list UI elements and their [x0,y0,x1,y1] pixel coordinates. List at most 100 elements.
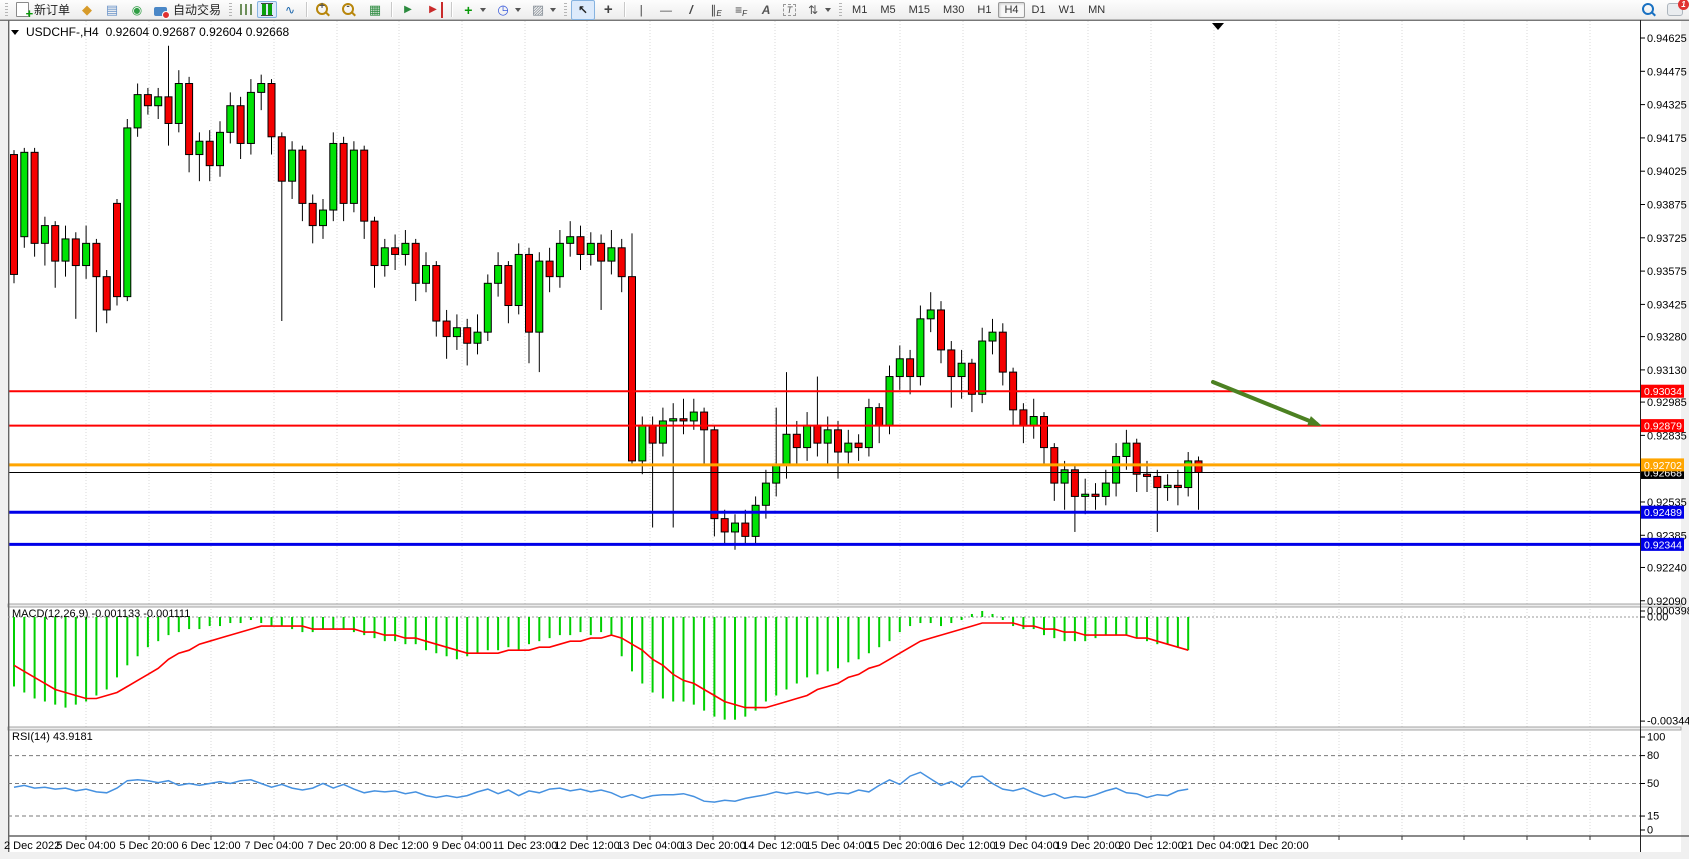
auto-scroll-button[interactable] [396,0,420,20]
svg-text:12 Dec 12:00: 12 Dec 12:00 [554,840,619,852]
vertical-line-tool-button[interactable] [629,0,653,20]
svg-text:100: 100 [1647,732,1665,744]
candle-body [649,425,656,443]
candle-body [896,359,903,377]
cursor-tool-button[interactable] [571,0,595,20]
tile-windows-button[interactable] [363,0,387,20]
candle-body [629,277,636,461]
bar-chart-button[interactable] [236,2,256,17]
candle-body [536,261,543,332]
candle-body [783,434,790,465]
fibonacci-tool-button[interactable] [729,0,753,20]
horizontal-line-tool-button[interactable] [654,0,678,20]
chart-menu-icon[interactable] [11,30,19,35]
indicators-button[interactable] [456,0,490,20]
svg-text:0.93575: 0.93575 [1647,266,1687,278]
candle-body [495,266,502,284]
timeframe-h4-button[interactable]: H4 [998,2,1024,18]
toolbar-separator [451,2,452,17]
svg-text:0.94625: 0.94625 [1647,33,1687,45]
candle-body [1133,443,1140,474]
text-icon [758,2,774,18]
candle-body [886,377,893,426]
autotrading-button[interactable]: 自动交易 [150,0,225,20]
candle-body [227,106,234,133]
zoom-in-button[interactable]: + [311,0,336,19]
timeframe-m30-button[interactable]: M30 [937,2,970,18]
candle-body [938,310,945,350]
candle-body [114,203,121,296]
candle-body [855,443,862,447]
candle-body [546,261,553,277]
timeframe-mn-button[interactable]: MN [1082,2,1111,18]
candle-body [371,221,378,265]
candle-body [484,283,491,332]
horizontal-line-icon [658,2,674,18]
line-chart-button[interactable] [278,0,302,20]
candle-body [690,412,697,421]
timeframe-m15-button[interactable]: M15 [903,2,936,18]
new-order-label: 新订单 [34,1,70,18]
templates-button[interactable] [526,0,560,20]
rsi-label: RSI(14) 43.9181 [12,731,93,743]
main-toolbar: 新订单 自动交易 + - M1 M5 M15 M30 H1 H4 D1 W1 M… [0,0,1689,20]
candle-body [577,237,584,255]
new-order-button[interactable]: 新订单 [12,0,74,20]
candlestick-chart-button[interactable] [257,1,277,18]
candle-body [927,310,934,319]
crosshair-tool-button[interactable] [596,0,620,20]
toolbar-grip[interactable] [839,3,842,17]
chart-shift-button[interactable] [421,0,447,20]
candle-body [309,203,316,225]
candle-body [21,152,28,236]
text-label-tool-button[interactable] [779,2,800,18]
candle-body [1195,461,1202,473]
svg-text:0.93280: 0.93280 [1647,332,1687,344]
zoom-in-icon: + [316,3,328,15]
svg-text:0.92985: 0.92985 [1647,397,1687,409]
candle-body [340,143,347,203]
timeframe-m5-button[interactable]: M5 [874,2,901,18]
trendline-tool-button[interactable] [679,0,703,20]
timeframe-h1-button[interactable]: H1 [971,2,997,18]
toolbar-grip[interactable] [5,3,8,17]
svg-text:8 Dec 12:00: 8 Dec 12:00 [369,840,428,852]
candle-body [1020,410,1027,426]
candle-body [237,106,244,144]
candle-body [247,92,254,143]
timeframe-w1-button[interactable]: W1 [1053,2,1082,18]
toolbar-separator [624,2,625,17]
periods-button[interactable] [491,0,525,20]
svg-text:0.92240: 0.92240 [1647,562,1687,574]
candle-body [124,128,131,297]
svg-text:80: 80 [1647,750,1659,762]
market-watch-button[interactable] [75,0,99,20]
svg-text:9 Dec 04:00: 9 Dec 04:00 [432,840,491,852]
toolbar-grip[interactable] [229,3,232,17]
candle-body [299,150,306,203]
arrows-icon [805,2,821,18]
search-button[interactable] [1637,0,1662,19]
candle-body [289,150,296,181]
svg-text:16 Dec 12:00: 16 Dec 12:00 [930,840,995,852]
text-tool-button[interactable] [754,0,778,20]
candle-body [258,84,265,93]
price-chart-canvas[interactable]: 0.946250.944750.943250.941750.940250.938… [0,20,1689,859]
candle-body [804,425,811,447]
navigator-button[interactable] [125,0,149,20]
data-window-button[interactable] [100,0,124,20]
timeframe-d1-button[interactable]: D1 [1026,2,1052,18]
svg-text:0.93725: 0.93725 [1647,233,1687,245]
svg-text:0.93425: 0.93425 [1647,299,1687,311]
notifications-button[interactable]: 1 [1663,1,1687,18]
svg-text:50: 50 [1647,778,1659,790]
svg-text:0.94475: 0.94475 [1647,66,1687,78]
arrows-tool-button[interactable] [801,0,835,20]
equidistant-channel-tool-button[interactable] [704,0,728,20]
timeframe-m1-button[interactable]: M1 [846,2,873,18]
candle-body [999,332,1006,372]
candle-body [526,254,533,332]
zoom-out-button[interactable]: - [337,0,362,19]
candle-body [1113,456,1120,483]
toolbar-grip[interactable] [564,3,567,17]
